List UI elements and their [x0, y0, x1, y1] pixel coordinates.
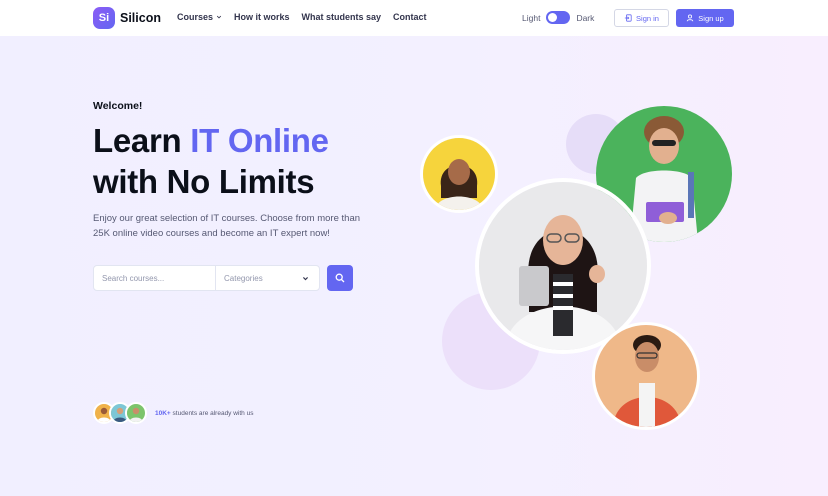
menu-item-how-it-works[interactable]: How it works — [234, 12, 290, 22]
chevron-down-icon — [303, 276, 308, 280]
student-photo-yellow — [420, 135, 498, 213]
sign-in-icon — [624, 14, 632, 22]
search-icon — [335, 273, 345, 283]
search-button[interactable] — [327, 265, 353, 291]
categories-select[interactable]: Categories — [216, 266, 319, 290]
headline-part2: with No Limits — [93, 163, 315, 200]
brand-logo: Si — [93, 7, 115, 29]
sign-in-button[interactable]: Sign in — [614, 9, 669, 27]
menu-item-contact[interactable]: Contact — [393, 12, 427, 22]
sign-up-button[interactable]: Sign up — [676, 9, 734, 27]
hero-description: Enjoy our great selection of IT courses.… — [93, 213, 361, 239]
menu-item-label: How it works — [234, 12, 290, 22]
menu-item-label: Courses — [177, 12, 214, 22]
search-input[interactable] — [94, 266, 216, 290]
student-photo-peach — [592, 322, 700, 430]
categories-label: Categories — [224, 273, 263, 283]
sign-up-label: Sign up — [698, 13, 724, 23]
user-icon — [687, 14, 694, 22]
chevron-down-icon — [216, 15, 222, 19]
headline-accent: IT Online — [190, 122, 329, 159]
theme-toggle[interactable] — [546, 11, 571, 24]
menu-item-label: Contact — [393, 12, 427, 22]
avatar — [125, 402, 147, 424]
navbar: Si Silicon Courses How it works What stu… — [0, 0, 828, 36]
brand[interactable]: Si Silicon — [93, 7, 161, 29]
menu-item-what-students-say[interactable]: What students say — [302, 12, 382, 22]
students-count: 10K+ — [155, 409, 171, 417]
students-stat: 10K+ students are already with us — [93, 402, 253, 424]
course-search-form: Categories — [93, 265, 320, 291]
headline-part1: Learn — [93, 122, 191, 159]
mode-light-label: Light — [522, 12, 541, 23]
toggle-knob — [548, 13, 558, 22]
students-text: 10K+ students are already with us — [155, 410, 253, 417]
sign-in-label: Sign in — [636, 13, 659, 23]
menu-item-courses[interactable]: Courses — [177, 12, 222, 22]
welcome-text: Welcome! — [93, 100, 143, 112]
main-menu: Courses How it works What students say C… — [177, 12, 427, 22]
students-caption: students are already with us — [170, 409, 254, 417]
menu-item-label: What students say — [301, 12, 382, 22]
page-title: Learn IT Online with No Limits — [93, 120, 329, 202]
mode-dark-label: Dark — [576, 12, 595, 23]
brand-name: Silicon — [120, 11, 161, 25]
theme-switcher: Light Dark — [522, 11, 594, 24]
